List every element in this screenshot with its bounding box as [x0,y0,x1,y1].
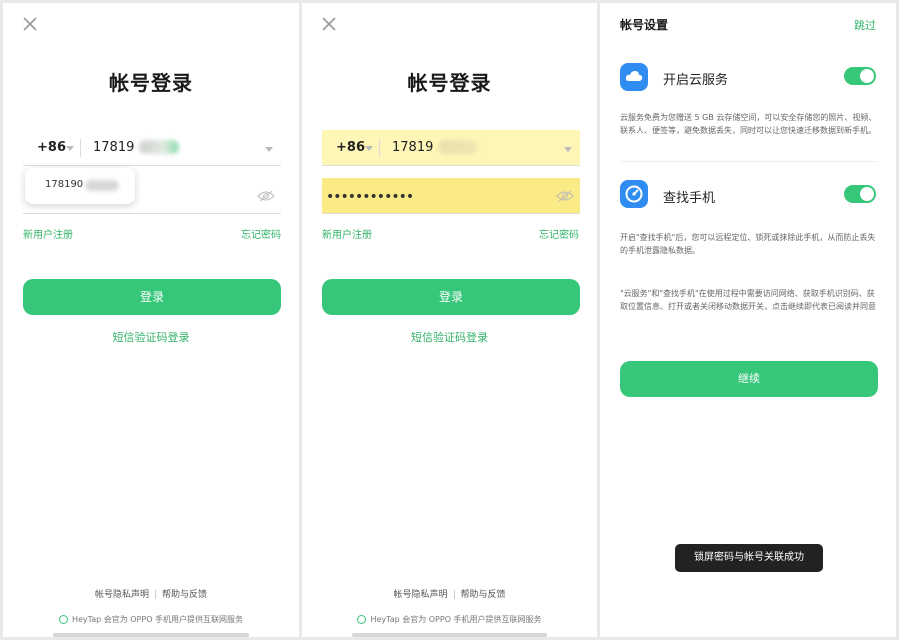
info-circle-icon [58,615,68,624]
phone-redacted [438,140,478,154]
login-button[interactable]: 登录 [23,279,281,315]
phone-field[interactable]: +86 17819 [322,130,580,166]
toggle-knob [860,69,874,83]
register-link[interactable]: 新用户注册 [322,226,372,241]
close-icon[interactable] [320,15,338,33]
register-link[interactable]: 新用户注册 [23,226,73,241]
find-phone-label: 查找手机 [663,191,716,206]
cloud-service-description: 云服务免费为您赠送 5 GB 云存储空间，可以安全存储您的照片、视频、联系人、便… [620,113,877,135]
find-phone-toggle[interactable] [844,185,876,203]
footer-links: 帐号隐私声明 帮助与反馈 [302,587,597,600]
home-indicator[interactable] [352,633,547,637]
divider [155,590,156,599]
suggestion-text: 178190 [45,179,84,190]
footer-links: 帐号隐私声明 帮助与反馈 [3,587,299,600]
phone-input[interactable]: 17819 [392,140,433,155]
toggle-knob [860,187,874,201]
footer-note-text: HeyTap 会官为 OPPO 手机用户提供互联网服务 [370,615,542,624]
info-circle-icon [357,615,367,624]
sms-login-link[interactable]: 短信验证码登录 [302,329,597,345]
password-field[interactable]: •••••••••••• [322,178,580,214]
page-title: 帐号登录 [109,71,193,95]
account-suggestion[interactable]: 178190 [25,168,135,204]
page-title: 帐号设置 [620,18,669,32]
login-button[interactable]: 登录 [322,279,580,315]
toast-message: 锁屏密码与帐号关联成功 [675,544,823,572]
account-settings-screen: 帐号设置 跳过 开启云服务 云服务免费为您赠送 5 GB 云存储空间，可以安全存… [600,3,896,637]
cloud-service-toggle[interactable] [844,67,876,85]
country-code[interactable]: +86 [336,140,365,155]
page-title: 帐号登录 [407,71,492,95]
close-icon[interactable] [21,15,39,33]
privacy-link[interactable]: 帐号隐私声明 [393,590,447,600]
find-phone-icon [620,180,648,208]
help-link[interactable]: 帮助与反馈 [162,590,207,600]
help-link[interactable]: 帮助与反馈 [461,590,506,600]
account-dropdown-icon[interactable] [265,147,273,152]
footer-note: HeyTap 会官为 OPPO 手机用户提供互联网服务 [3,614,299,625]
divider [620,161,878,162]
divider [379,139,380,157]
divider [80,139,81,157]
footer-note-text: HeyTap 会官为 OPPO 手机用户提供互联网服务 [71,615,244,624]
consent-description: "云服务"和"查找手机"在使用过程中需要访问网络、获取手机识别码、获取位置信息、… [620,289,876,311]
footer-note: HeyTap 会官为 OPPO 手机用户提供互联网服务 [302,614,597,625]
eye-hidden-icon[interactable] [556,190,574,202]
phone-input[interactable]: 17819 [93,140,134,155]
phone-field[interactable]: +86 17819 [23,130,281,166]
eye-hidden-icon[interactable] [257,190,275,202]
find-phone-description: 开启"查找手机"后，您可以远程定位、锁死或抹除此手机，从而防止丢失的手机泄露隐私… [620,233,876,255]
phone-redacted [139,140,179,154]
cloud-icon [620,63,648,91]
chevron-down-icon[interactable] [365,146,373,151]
skip-link[interactable]: 跳过 [854,17,876,33]
login-screen-1: 帐号登录 +86 17819 178190 新用户注册 忘记密码 登录 短信验证… [3,3,299,637]
privacy-link[interactable]: 帐号隐私声明 [95,590,149,600]
forgot-password-link[interactable]: 忘记密码 [539,226,579,241]
cloud-service-label: 开启云服务 [663,73,729,88]
country-code[interactable]: +86 [37,140,66,155]
login-screen-2: 帐号登录 +86 17819 •••••••••••• 新用户注册 忘记密码 登… [302,3,597,637]
account-dropdown-icon[interactable] [564,147,572,152]
chevron-down-icon[interactable] [66,146,74,151]
divider [453,590,455,599]
sms-login-link[interactable]: 短信验证码登录 [3,329,299,345]
home-indicator[interactable] [53,633,249,637]
suggestion-redacted [85,180,119,191]
forgot-password-link[interactable]: 忘记密码 [241,226,281,241]
continue-button[interactable]: 继续 [620,361,878,397]
password-input[interactable]: •••••••••••• [326,189,414,205]
